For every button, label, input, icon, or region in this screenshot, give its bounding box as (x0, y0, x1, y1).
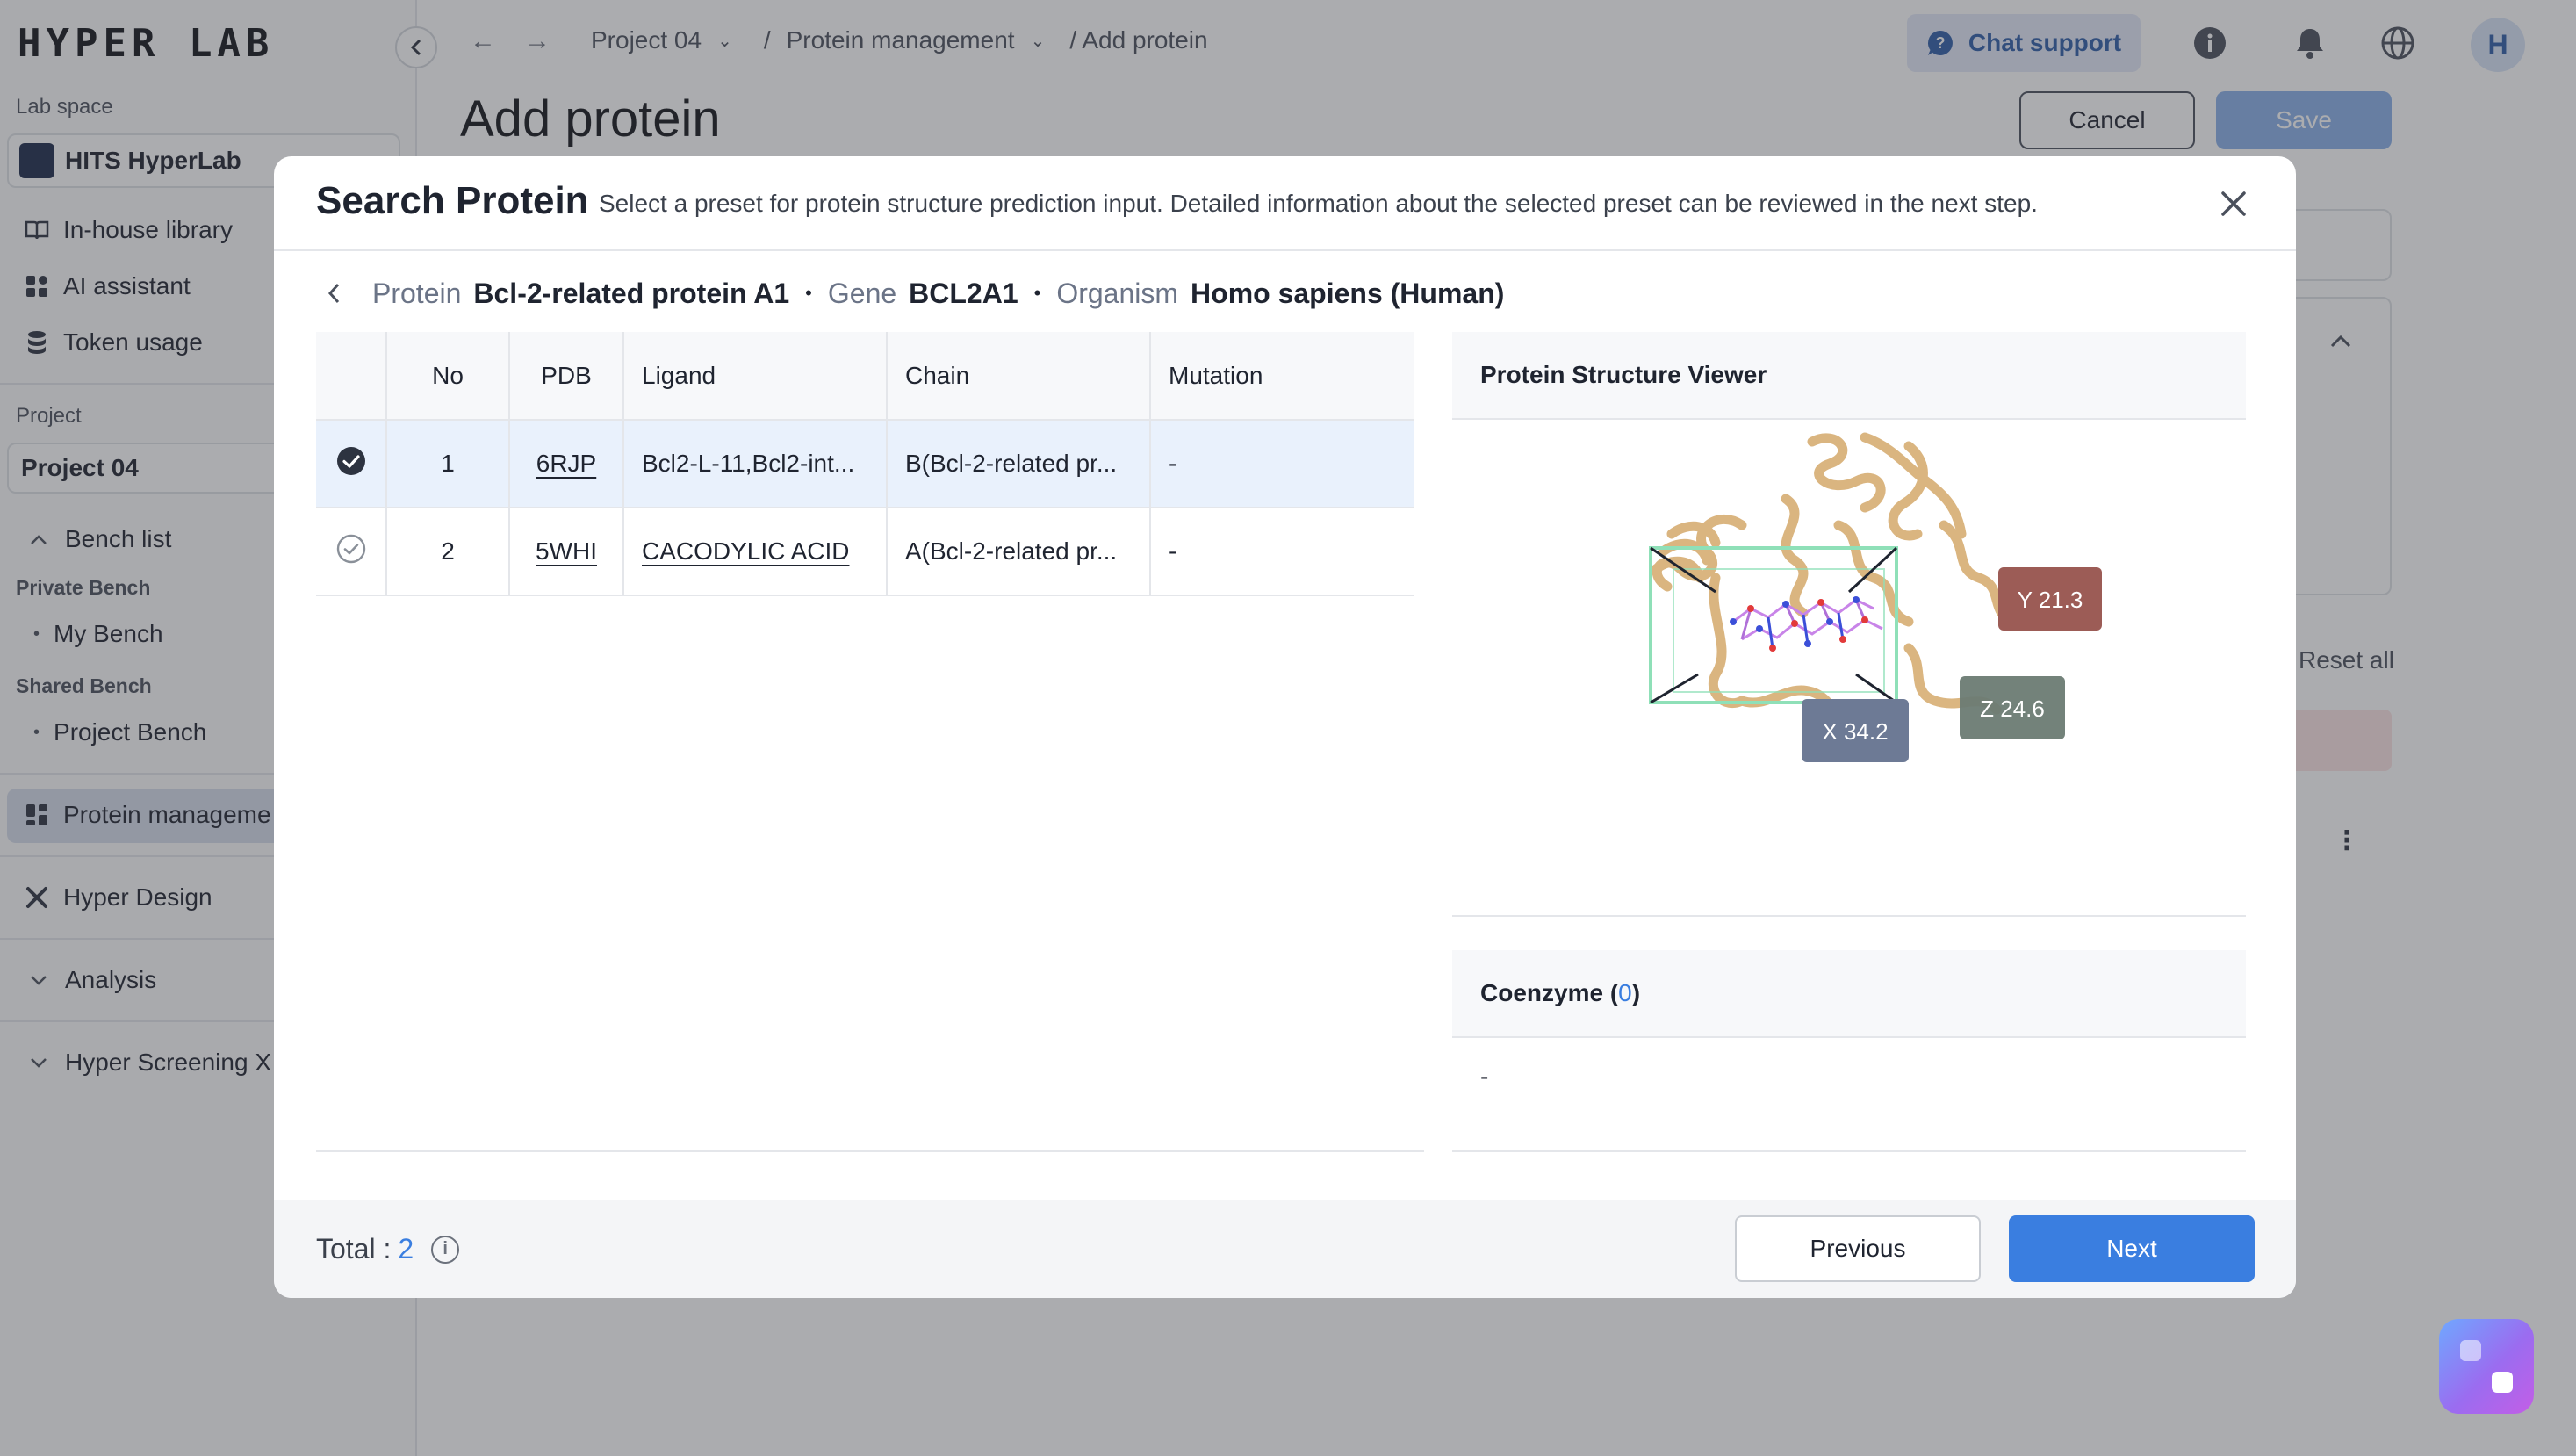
row-select-cell[interactable] (316, 508, 387, 596)
column-header: No (386, 332, 510, 421)
gene-value: BCL2A1 (909, 277, 1018, 309)
preset-table: No PDB Ligand Chain Mutation 1 6RJP Bcl2… (316, 332, 1414, 596)
column-header: Mutation (1150, 332, 1414, 421)
table-row[interactable]: 2 5WHI CACODYLIC ACID A(Bcl-2-related pr… (316, 508, 1414, 596)
y-axis-badge: Y 21.3 (1998, 567, 2102, 631)
modal-title: Search Protein (316, 179, 589, 222)
protein-ribbon (1651, 432, 2019, 725)
coenzyme-label: Coenzyme ( (1480, 979, 1619, 1006)
total-count: Total : 2 i (316, 1233, 460, 1265)
pdb-link[interactable]: 5WHI (536, 537, 597, 565)
organism-value: Homo sapiens (Human) (1191, 277, 1505, 309)
cell-chain: A(Bcl-2-related pr... (887, 508, 1151, 596)
next-button[interactable]: Next (2009, 1215, 2255, 1282)
info-icon[interactable]: i (431, 1235, 460, 1264)
cell-mutation: - (1150, 508, 1414, 596)
x-axis-badge: X 34.2 (1802, 699, 1909, 762)
modal-header: Search Protein Select a preset for prote… (274, 156, 2296, 251)
cell-no: 2 (386, 508, 510, 596)
x-dimension-label: X 34.2 (1822, 718, 1888, 745)
modal-footer: Total : 2 i Previous Next (274, 1200, 2296, 1298)
total-value: 2 (398, 1233, 414, 1265)
previous-button[interactable]: Previous (1735, 1215, 1981, 1282)
gene-key: Gene (827, 277, 897, 309)
table-row[interactable]: 1 6RJP Bcl2-L-11,Bcl2-int... B(Bcl-2-rel… (316, 420, 1414, 508)
protein-info-line: Protein Bcl-2-related protein A1 • Gene … (316, 269, 1504, 318)
cell-no: 1 (386, 420, 510, 508)
coenzyme-value: - (1452, 1038, 2246, 1152)
viewer-title: Protein Structure Viewer (1452, 332, 2246, 420)
protein-structure-viewer: Protein Structure Viewer Y 21.3 Z 24.6 X… (1452, 332, 2246, 919)
select-column-header (316, 332, 387, 421)
z-axis-badge: Z 24.6 (1960, 676, 2065, 739)
protein-structure-render[interactable]: Y 21.3 Z 24.6 X 34.2 (1452, 420, 2246, 917)
column-header: Ligand (623, 332, 888, 421)
assistant-fab-button[interactable] (2439, 1319, 2534, 1414)
separator-bullet: • (805, 282, 812, 304)
check-circle-outline-icon[interactable] (336, 534, 366, 564)
viewer-canvas[interactable]: Y 21.3 Z 24.6 X 34.2 (1452, 420, 2246, 917)
cell-mutation: - (1150, 420, 1414, 508)
close-icon (2221, 191, 2246, 216)
fab-shape-icon (2492, 1372, 2513, 1393)
cell-chain: B(Bcl-2-related pr... (887, 420, 1151, 508)
fab-shape-icon (2460, 1340, 2481, 1361)
ligand-link[interactable]: CACODYLIC ACID (642, 537, 850, 565)
pdb-link[interactable]: 6RJP (536, 450, 596, 477)
coenzyme-panel: Coenzyme ( 0 ) - (1452, 950, 2246, 1152)
separator-bullet: • (1033, 282, 1041, 304)
total-label: Total : (316, 1233, 392, 1265)
back-button[interactable] (316, 276, 351, 311)
table-bottom-border (316, 1150, 1424, 1152)
protein-value: Bcl-2-related protein A1 (473, 277, 790, 309)
z-dimension-label: Z 24.6 (1980, 696, 2045, 722)
chevron-left-icon (327, 283, 340, 304)
column-header: PDB (509, 332, 624, 421)
row-select-cell[interactable] (316, 420, 387, 508)
check-circle-filled-icon[interactable] (336, 446, 366, 476)
modal-close-button[interactable] (2209, 179, 2258, 228)
modal-description: Select a preset for protein structure pr… (599, 190, 2038, 217)
column-header: Chain (887, 332, 1151, 421)
cell-ligand: Bcl2-L-11,Bcl2-int... (623, 420, 888, 508)
protein-key: Protein (372, 277, 462, 309)
coenzyme-label-close: ) (1631, 979, 1641, 1006)
coenzyme-count: 0 (1618, 979, 1632, 1006)
coenzyme-header: Coenzyme ( 0 ) (1452, 950, 2246, 1038)
y-dimension-label: Y 21.3 (2018, 587, 2083, 613)
organism-key: Organism (1056, 277, 1179, 309)
search-protein-modal: Search Protein Select a preset for prote… (274, 156, 2296, 1298)
table-header-row: No PDB Ligand Chain Mutation (316, 332, 1414, 421)
